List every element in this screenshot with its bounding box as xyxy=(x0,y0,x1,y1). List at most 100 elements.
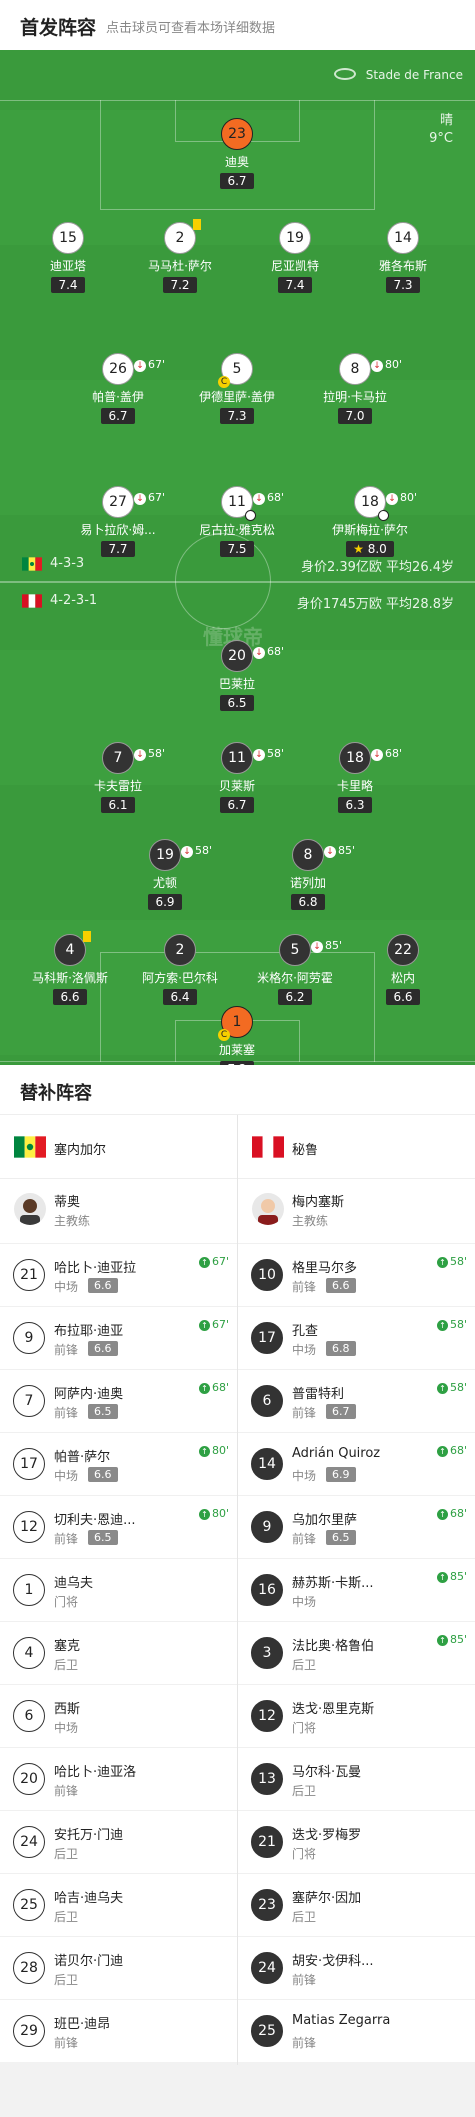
sub-out-minute: 58' xyxy=(148,747,166,760)
player-name: 迪亚塔 xyxy=(49,259,86,273)
player-name: 伊斯梅拉·萨尔 xyxy=(332,523,408,537)
player-rating: 6.9 xyxy=(148,894,182,910)
sub-out-icon: ↓ xyxy=(134,749,146,761)
player-number-text: 4 xyxy=(65,942,75,958)
player-number-text: 26 xyxy=(109,361,127,377)
sub-out-indicator: ↓ 68' xyxy=(253,637,284,667)
bench-player[interactable]: 9 布拉耶·迪亚 前锋 6.6 ↑ 67' xyxy=(0,1306,237,1369)
away-coach[interactable]: 梅内塞斯 主教练 xyxy=(238,1179,475,1243)
bench-player[interactable]: 28 诺贝尔·门迪 后卫 xyxy=(0,1936,237,1999)
player-rating-value: 6.7 xyxy=(227,798,247,812)
sub-in-minute: 68' xyxy=(449,1444,467,1457)
bench-player[interactable]: 20 哈比卜·迪亚洛 前锋 xyxy=(0,1747,237,1810)
player-rating-value: 6.2 xyxy=(285,990,305,1004)
bench-player[interactable]: 4 塞克 后卫 xyxy=(0,1621,237,1684)
sub-out-icon: ↓ xyxy=(324,846,336,858)
bench-player[interactable]: 21 迭戈·罗梅罗 门将 xyxy=(238,1810,475,1873)
player-position: 后卫 xyxy=(54,1910,79,1924)
home-player[interactable]: 2 马马杜·萨尔 7.2 xyxy=(125,219,235,293)
bench-player[interactable]: 23 塞萨尔·因加 后卫 xyxy=(238,1873,475,1936)
bench-player[interactable]: 13 马尔科·瓦曼 后卫 xyxy=(238,1747,475,1810)
player-rating-value: 6.9 xyxy=(155,895,175,909)
sub-out-minute: 85' xyxy=(338,844,356,857)
away-player[interactable]: 5 ↓ 85' 米格尔·阿劳霍 6.2 xyxy=(240,934,350,1005)
home-player[interactable]: 14 雅各布斯 7.3 xyxy=(348,222,458,293)
home-player[interactable]: 8 ↓ 80' 拉明·卡马拉 7.0 xyxy=(300,353,410,424)
player-number-text: 18 xyxy=(361,494,379,510)
bench-player[interactable]: 14 Adrián Quiroz 中场 6.9 ↑ 68' xyxy=(238,1432,475,1495)
bench-player[interactable]: 17 帕普·萨尔 中场 6.6 ↑ 80' xyxy=(0,1432,237,1495)
sub-out-indicator: ↓ 67' xyxy=(134,483,165,513)
bench-player[interactable]: 7 阿萨内·迪奥 前锋 6.5 ↑ 68' xyxy=(0,1369,237,1432)
away-player[interactable]: 8 ↓ 85' 诺列加 6.8 xyxy=(253,839,363,910)
player-name: 胡安·戈伊科... xyxy=(292,1954,374,1969)
player-rating: 6.5 xyxy=(326,1530,356,1545)
player-name: 迭戈·罗梅罗 xyxy=(292,1828,362,1843)
home-player[interactable]: 5 C 伊德里萨·盖伊 7.3 xyxy=(182,353,292,424)
sub-in-minute: 85' xyxy=(449,1633,467,1646)
sub-out-indicator: ↓ 58' xyxy=(134,739,165,769)
sub-in-icon: ↑ xyxy=(436,1383,448,1394)
away-player[interactable]: 22 松内 6.6 xyxy=(348,934,458,1005)
bench-player[interactable]: 21 哈比卜·迪亚拉 中场 6.6 ↑ 67' xyxy=(0,1243,237,1306)
player-number-text: 2 xyxy=(175,942,185,958)
sub-in-icon: ↑ xyxy=(198,1509,210,1520)
bench-player[interactable]: 29 班巴·迪昂 前锋 xyxy=(0,1999,237,2062)
bench-player[interactable]: 16 赫苏斯·卡斯... 中场 ↑ 85' xyxy=(238,1558,475,1621)
sub-out-indicator: ↓ 80' xyxy=(371,350,402,380)
player-name: 迪奥 xyxy=(224,155,249,169)
player-number: 5C xyxy=(218,353,253,388)
player-number: 15 xyxy=(52,222,84,254)
player-rating-value: 7.4 xyxy=(285,278,305,292)
bench-player[interactable]: 1 迪乌夫 门将 xyxy=(0,1558,237,1621)
home-player[interactable]: 19 尼亚凯特 7.4 xyxy=(240,222,350,293)
away-player[interactable]: 11 ↓ 58' 贝莱斯 6.7 xyxy=(182,742,292,813)
away-player[interactable]: 2 阿方索·巴尔科 6.4 xyxy=(125,934,235,1005)
home-player[interactable]: 23 迪奥 6.7 xyxy=(182,118,292,189)
bench-player[interactable]: 12 切利夫·恩迪... 前锋 6.5 ↑ 80' xyxy=(0,1495,237,1558)
player-number: 22 xyxy=(387,934,419,966)
player-name: 格里马尔多 xyxy=(292,1261,358,1276)
away-player[interactable]: 7 ↓ 58' 卡夫雷拉 6.1 xyxy=(63,742,173,813)
away-player[interactable]: 1C加莱塞7.2 xyxy=(182,1006,292,1065)
bench-player[interactable]: 24 安托万·门迪 后卫 xyxy=(0,1810,237,1873)
away-player[interactable]: 18 ↓ 68' 卡里略 6.3 xyxy=(300,742,410,813)
home-player[interactable]: 11 ↓ 68' 尼古拉·雅克松 7.5 xyxy=(182,486,292,557)
bench-player[interactable]: 17 孔查 中场 6.8 ↑ 58' xyxy=(238,1306,475,1369)
player-name: 马马杜·萨尔 xyxy=(148,259,212,273)
bench-player[interactable]: 12 迭戈·恩里克斯 门将 xyxy=(238,1684,475,1747)
player-number: 12 xyxy=(13,1511,45,1543)
sub-in-indicator: ↑ 68' xyxy=(198,1381,229,1394)
sub-out-icon: ↓ xyxy=(311,941,323,953)
bench-player[interactable]: 24 胡安·戈伊科... 前锋 xyxy=(238,1936,475,1999)
player-rating: 7.3 xyxy=(220,408,254,424)
player-rating: 7.2 xyxy=(163,277,197,293)
home-player[interactable]: 18 ↓ 80' 伊斯梅拉·萨尔 ★ 8.0 xyxy=(315,486,425,557)
away-team-name: 秘鲁 xyxy=(292,1143,319,1158)
sub-in-indicator: ↑ 68' xyxy=(436,1507,467,1520)
away-player[interactable]: 4 马科斯·洛佩斯 6.6 xyxy=(15,931,125,1005)
bench-player[interactable]: 10 格里马尔多 前锋 6.6 ↑ 58' xyxy=(238,1243,475,1306)
bench-player[interactable]: 6 普雷特利 前锋 6.7 ↑ 58' xyxy=(238,1369,475,1432)
away-player[interactable]: 20 ↓ 68' 巴莱拉 6.5 xyxy=(182,640,292,711)
sub-out-minute: 80' xyxy=(385,358,403,371)
bench-player[interactable]: 25 Matias Zegarra 前锋 xyxy=(238,1999,475,2062)
player-position: 前锋 xyxy=(292,1973,317,1987)
player-name: 乌加尔里萨 xyxy=(292,1513,358,1528)
bench-player[interactable]: 6 西斯 中场 xyxy=(0,1684,237,1747)
home-coach[interactable]: 蒂奥 主教练 xyxy=(0,1179,237,1243)
player-number-text: 15 xyxy=(59,230,77,246)
bench-player[interactable]: 3 法比奥·格鲁伯 后卫 ↑ 85' xyxy=(238,1621,475,1684)
bench-player[interactable]: 9 乌加尔里萨 前锋 6.5 ↑ 68' xyxy=(238,1495,475,1558)
home-player[interactable]: 26 ↓ 67' 帕普·盖伊 6.7 xyxy=(63,353,173,424)
senegal-flag-icon xyxy=(22,557,42,571)
sub-in-icon: ↑ xyxy=(198,1257,210,1268)
bench-player[interactable]: 25 哈吉·迪乌夫 后卫 xyxy=(0,1873,237,1936)
player-number-text: 23 xyxy=(228,126,246,142)
peru-flag-icon xyxy=(252,1136,284,1158)
away-player[interactable]: 19 ↓ 58' 尤顿 6.9 xyxy=(110,839,220,910)
sub-out-minute: 58' xyxy=(195,844,213,857)
home-player[interactable]: 27 ↓ 67' 易卜拉欣·姆... 7.7 xyxy=(63,486,173,557)
home-player[interactable]: 15 迪亚塔 7.4 xyxy=(13,222,123,293)
sub-out-icon: ↓ xyxy=(253,647,265,659)
